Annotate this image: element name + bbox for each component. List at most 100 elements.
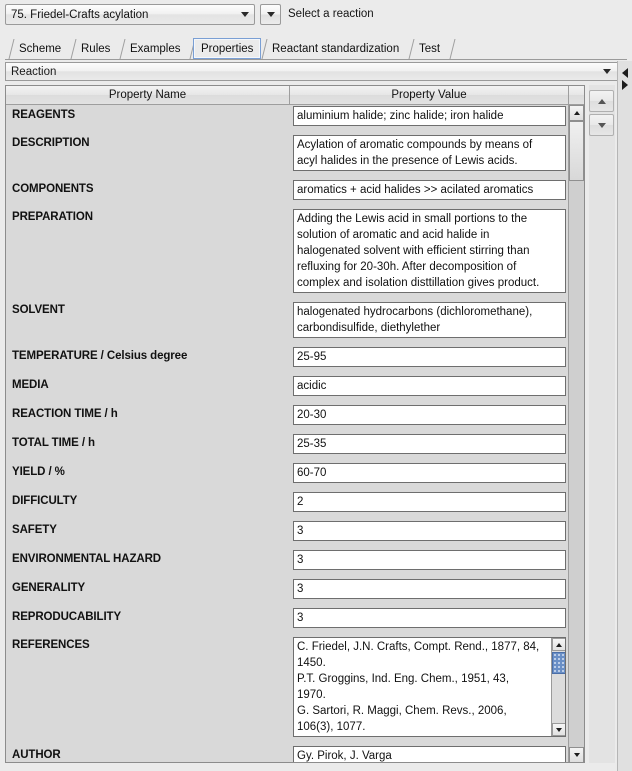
- table-vertical-scrollbar[interactable]: [568, 105, 584, 763]
- property-value-cell: 25-95: [290, 346, 569, 375]
- property-name-cell: REPRODUCABILITY: [6, 607, 290, 636]
- tab-label: Test: [419, 43, 440, 55]
- splitter-arrows[interactable]: [620, 62, 630, 96]
- property-value-input[interactable]: 2: [293, 492, 566, 512]
- property-value-input[interactable]: Acylation of aromatic compounds by means…: [293, 135, 566, 171]
- property-value-cell: 25-35: [290, 433, 569, 462]
- tab-label: Reactant standardization: [272, 43, 399, 55]
- property-name-cell: YIELD / %: [6, 462, 290, 491]
- table-row[interactable]: DIFFICULTY2: [6, 491, 569, 520]
- table-header-row: Property Name Property Value: [6, 86, 584, 105]
- table-rows-viewport: REAGENTSaluminium halide; zinc halide; i…: [6, 105, 569, 763]
- property-value-input[interactable]: 25-35: [293, 434, 566, 454]
- references-scroll-down-button[interactable]: [552, 723, 566, 736]
- property-value-input[interactable]: 3: [293, 521, 566, 541]
- property-value-cell: 60-70: [290, 462, 569, 491]
- row-order-panel: [589, 85, 615, 763]
- table-row[interactable]: YIELD / %60-70: [6, 462, 569, 491]
- tab-bar: SchemeRulesExamplesPropertiesReactant st…: [0, 38, 632, 60]
- table-row[interactable]: SOLVENThalogenated hydrocarbons (dichlor…: [6, 301, 569, 346]
- tab-properties[interactable]: Properties: [193, 38, 261, 59]
- property-value-cell: 20-30: [290, 404, 569, 433]
- triangle-right-icon[interactable]: [622, 80, 628, 90]
- table-row[interactable]: COMPONENTSaromatics + acid halides >> ac…: [6, 179, 569, 208]
- property-value-cell: 3: [290, 549, 569, 578]
- property-value-input[interactable]: 20-30: [293, 405, 566, 425]
- table-row[interactable]: REAGENTSaluminium halide; zinc halide; i…: [6, 105, 569, 134]
- tab-reactant-standardization[interactable]: Reactant standardization: [265, 38, 408, 59]
- property-value-cell: 3: [290, 607, 569, 636]
- property-name-cell: MEDIA: [6, 375, 290, 404]
- table-row[interactable]: SAFETY3: [6, 520, 569, 549]
- property-value-cell: 2: [290, 491, 569, 520]
- triangle-down-icon: [556, 728, 562, 732]
- table-row[interactable]: REFERENCESC. Friedel, J.N. Crafts, Compt…: [6, 636, 569, 745]
- move-row-down-button[interactable]: [589, 114, 614, 136]
- property-value-cell: halogenated hydrocarbons (dichloromethan…: [290, 301, 569, 346]
- table-row[interactable]: REACTION TIME / h20-30: [6, 404, 569, 433]
- move-row-up-button[interactable]: [589, 90, 614, 112]
- panel-splitter[interactable]: [617, 61, 632, 771]
- references-scroll-up-button[interactable]: [552, 638, 566, 651]
- property-value-input[interactable]: aromatics + acid halides >> acilated aro…: [293, 180, 566, 200]
- property-category-value: Reaction: [6, 66, 597, 78]
- reaction-properties-window: 75. Friedel-Crafts acylation Select a re…: [0, 0, 632, 771]
- scroll-up-button[interactable]: [569, 105, 584, 121]
- table-row[interactable]: DESCRIPTIONAcylation of aromatic compoun…: [6, 134, 569, 179]
- references-scrollbar[interactable]: [551, 638, 565, 736]
- table-row[interactable]: PREPARATIONAdding the Lewis acid in smal…: [6, 208, 569, 301]
- tab-label: Scheme: [19, 43, 61, 55]
- property-name-cell: REFERENCES: [6, 636, 290, 745]
- column-header-property-value[interactable]: Property Value: [290, 86, 569, 105]
- reaction-select-combobox[interactable]: 75. Friedel-Crafts acylation: [5, 4, 255, 25]
- property-name-cell: PREPARATION: [6, 208, 290, 301]
- property-value-input[interactable]: 25-95: [293, 347, 566, 367]
- properties-table: Property Name Property Value REAGENTSalu…: [5, 85, 585, 763]
- select-reaction-label: Select a reaction: [288, 8, 374, 20]
- property-name-cell: REACTION TIME / h: [6, 404, 290, 433]
- scroll-down-button[interactable]: [569, 747, 584, 763]
- property-name-cell: AUTHOR: [6, 745, 290, 763]
- table-row[interactable]: AUTHORGy. Pirok, J. Varga: [6, 745, 569, 763]
- property-name-cell: SOLVENT: [6, 301, 290, 346]
- property-value-input[interactable]: 3: [293, 608, 566, 628]
- triangle-left-icon[interactable]: [622, 68, 628, 78]
- reaction-select-value: 75. Friedel-Crafts acylation: [6, 9, 235, 21]
- reaction-select-dropdown-button[interactable]: [260, 4, 281, 25]
- property-name-cell: COMPONENTS: [6, 179, 290, 208]
- chevron-down-icon: [267, 12, 275, 17]
- property-value-input[interactable]: aluminium halide; zinc halide; iron hali…: [293, 106, 566, 126]
- property-name-cell: GENERALITY: [6, 578, 290, 607]
- table-row[interactable]: TEMPERATURE / Celsius degree25-95: [6, 346, 569, 375]
- property-value-input[interactable]: Gy. Pirok, J. Varga: [293, 746, 566, 763]
- table-row[interactable]: GENERALITY3: [6, 578, 569, 607]
- table-row[interactable]: MEDIAacidic: [6, 375, 569, 404]
- chevron-down-icon[interactable]: [597, 69, 617, 74]
- references-scrollbar-thumb[interactable]: [552, 652, 566, 674]
- property-value-input[interactable]: 3: [293, 550, 566, 570]
- toolbar: 75. Friedel-Crafts acylation Select a re…: [0, 0, 632, 33]
- property-value-input[interactable]: acidic: [293, 376, 566, 396]
- property-value-input[interactable]: C. Friedel, J.N. Crafts, Compt. Rend., 1…: [293, 637, 566, 737]
- tab-label: Examples: [130, 43, 181, 55]
- property-category-combobox[interactable]: Reaction: [5, 62, 618, 81]
- chevron-down-icon[interactable]: [235, 5, 254, 24]
- property-value-input[interactable]: Adding the Lewis acid in small portions …: [293, 209, 566, 293]
- table-row[interactable]: REPRODUCABILITY3: [6, 607, 569, 636]
- property-value-input[interactable]: 60-70: [293, 463, 566, 483]
- property-name-cell: ENVIRONMENTAL HAZARD: [6, 549, 290, 578]
- column-header-filler: [569, 86, 584, 105]
- table-body: REAGENTSaluminium halide; zinc halide; i…: [6, 105, 584, 763]
- table-row[interactable]: TOTAL TIME / h25-35: [6, 433, 569, 462]
- property-value-input[interactable]: halogenated hydrocarbons (dichloromethan…: [293, 302, 566, 338]
- property-name-cell: DIFFICULTY: [6, 491, 290, 520]
- property-value-cell: Acylation of aromatic compounds by means…: [290, 134, 569, 179]
- scrollbar-thumb[interactable]: [569, 121, 584, 181]
- property-value-cell: C. Friedel, J.N. Crafts, Compt. Rend., 1…: [290, 636, 569, 745]
- table-row[interactable]: ENVIRONMENTAL HAZARD3: [6, 549, 569, 578]
- property-name-cell: REAGENTS: [6, 105, 290, 134]
- column-header-property-name[interactable]: Property Name: [6, 86, 290, 105]
- property-value-cell: aluminium halide; zinc halide; iron hali…: [290, 105, 569, 134]
- property-value-cell: acidic: [290, 375, 569, 404]
- property-value-input[interactable]: 3: [293, 579, 566, 599]
